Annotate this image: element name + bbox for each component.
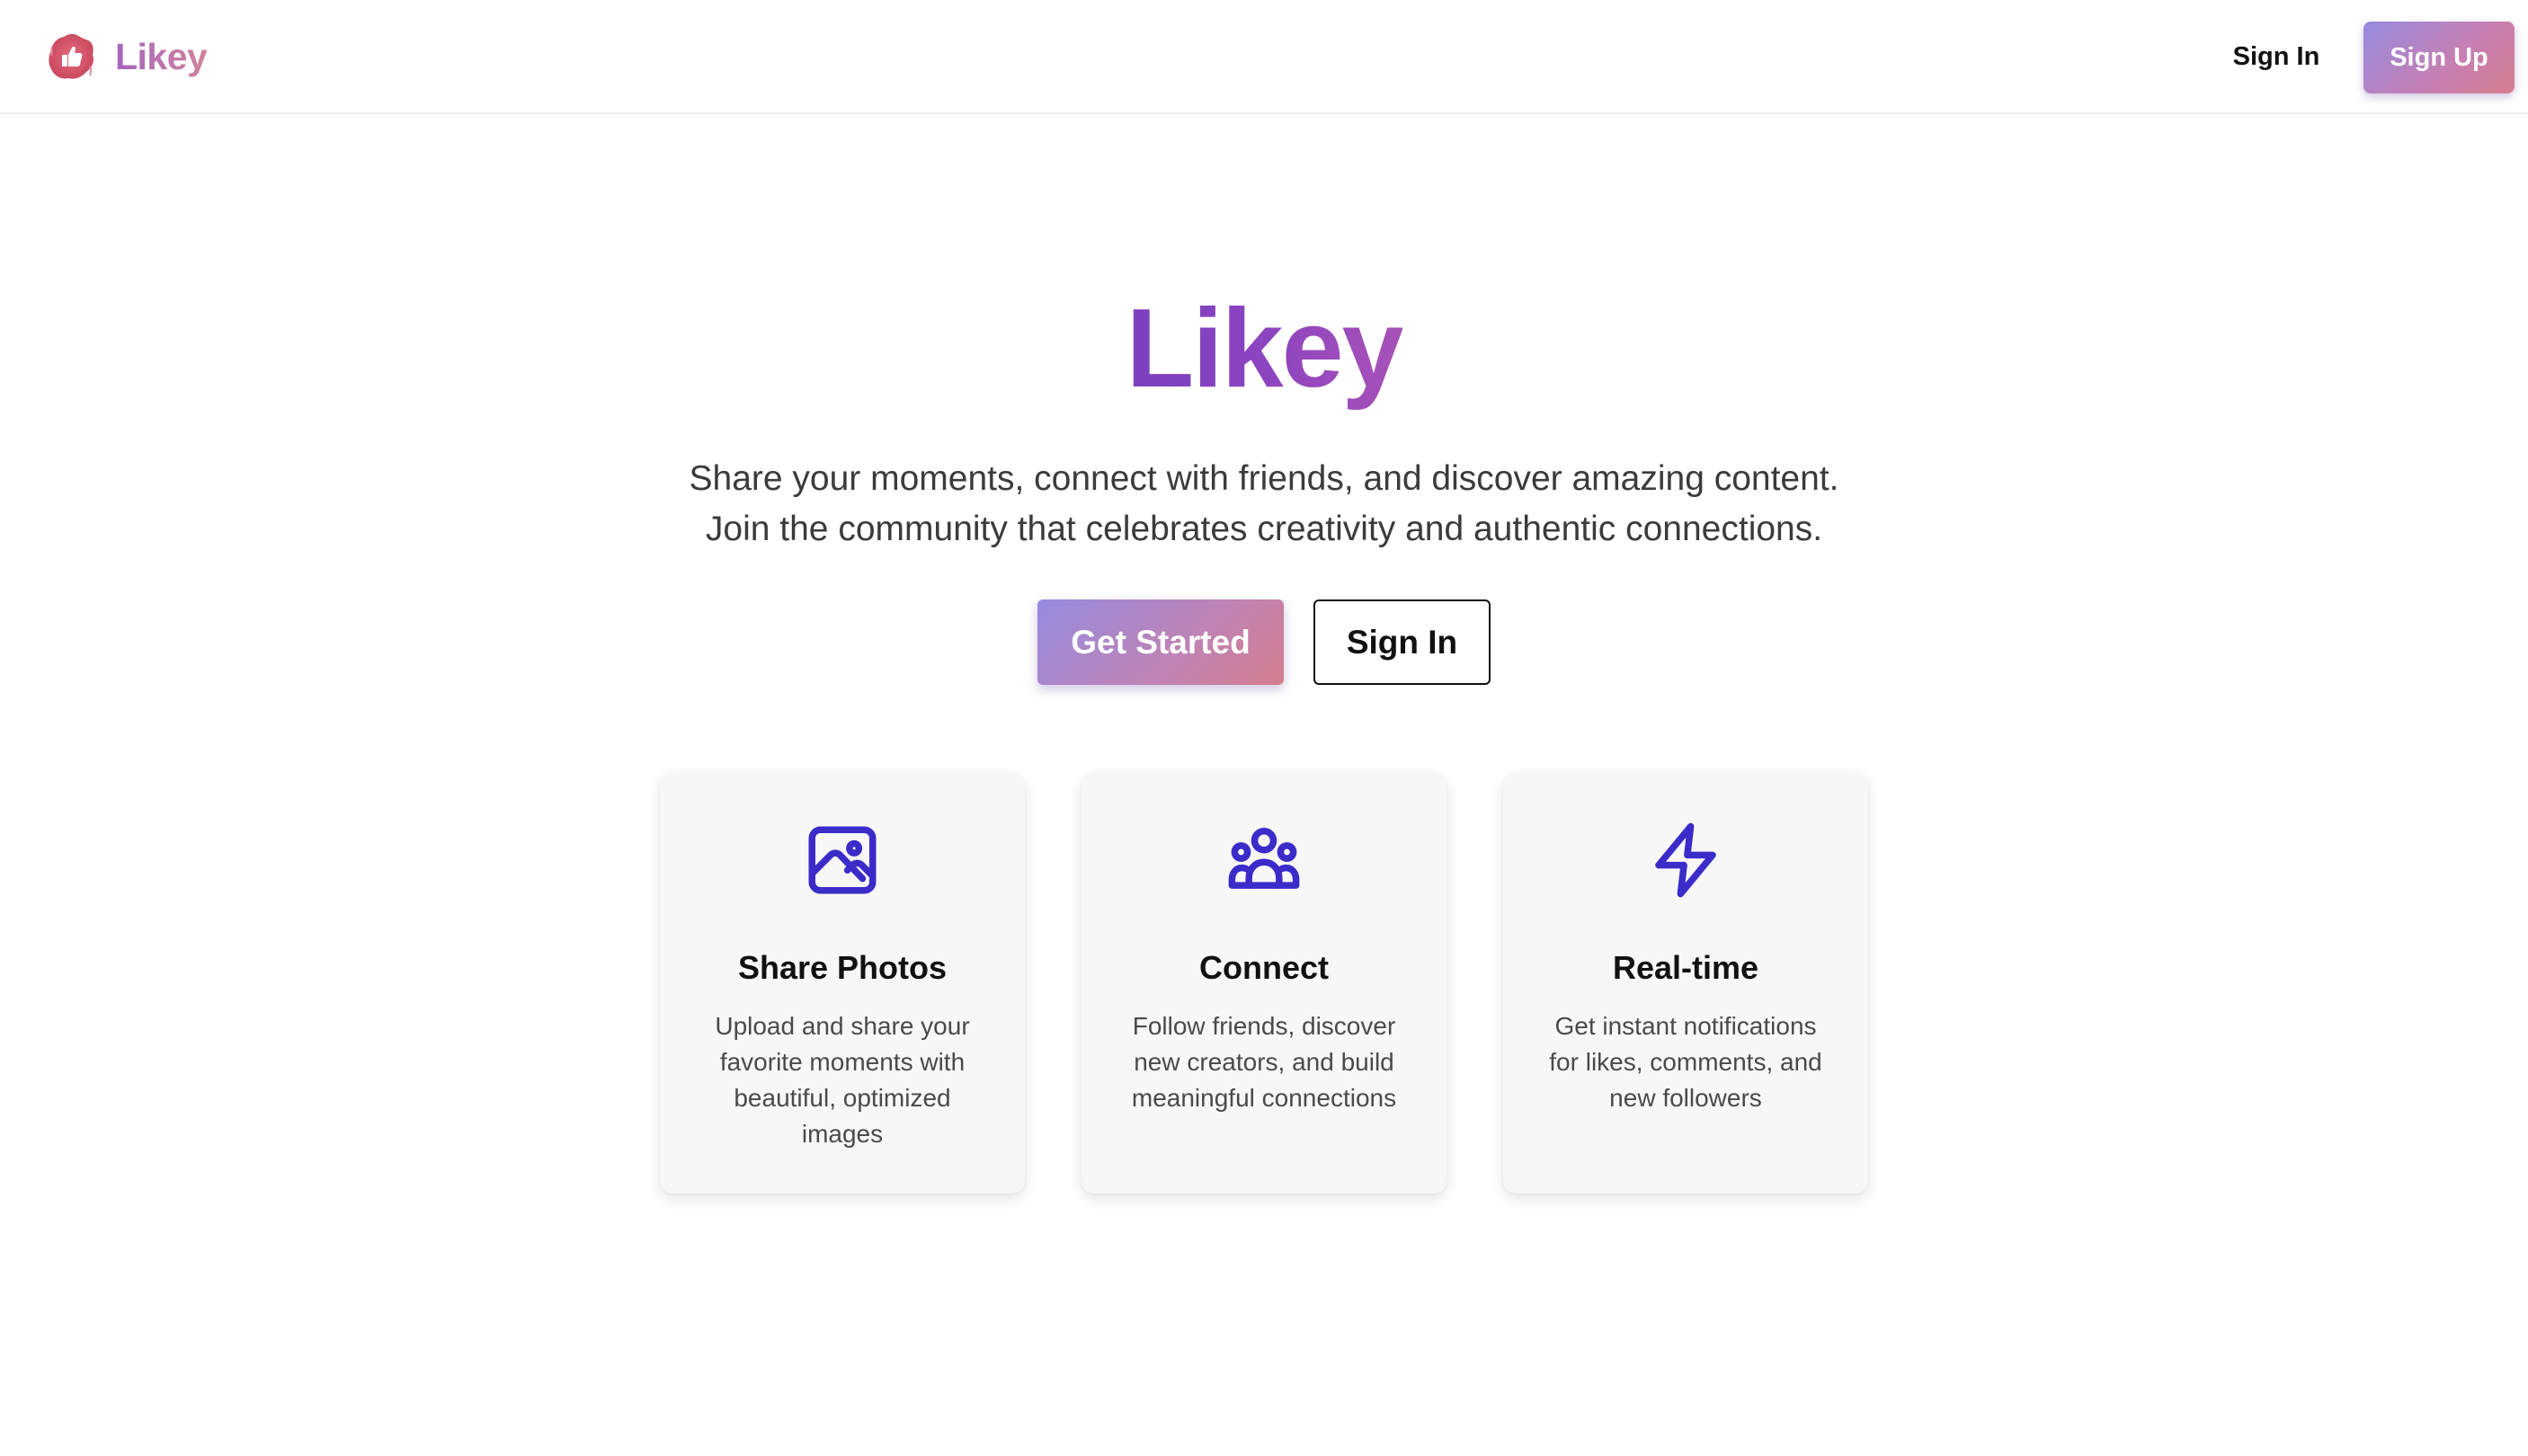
hero-subtitle: Share your moments, connect with friends… — [545, 454, 1983, 555]
users-group-icon — [1224, 820, 1304, 901]
hero-sign-in-button[interactable]: Sign In — [1313, 599, 1491, 685]
feature-title: Connect — [1199, 949, 1329, 986]
nav-sign-in-button[interactable]: Sign In — [2213, 32, 2339, 81]
thumbs-up-logo-icon — [49, 33, 94, 79]
feature-card-real-time: Real-time Get instant notifications for … — [1503, 773, 1868, 1194]
feature-card-share-photos: Share Photos Upload and share your favor… — [660, 773, 1025, 1194]
get-started-button[interactable]: Get Started — [1037, 599, 1284, 685]
image-icon — [802, 820, 883, 901]
landing-page: Likey Sign In Sign Up Likey Share your m… — [0, 0, 2528, 1456]
lightning-bolt-icon — [1645, 820, 1726, 901]
brand-name: Likey — [115, 35, 208, 77]
feature-card-connect: Connect Follow friends, discover new cre… — [1082, 773, 1446, 1194]
hero-title: Likey — [0, 288, 2528, 410]
feature-description: Get instant notifications for likes, com… — [1549, 1012, 1822, 1112]
feature-description: Follow friends, discover new creators, a… — [1131, 1012, 1397, 1112]
feature-title: Real-time — [1612, 949, 1759, 986]
feature-description: Upload and share your favorite moments w… — [715, 1012, 970, 1148]
hero-subtitle-line-2: Join the community that celebrates creat… — [705, 510, 1823, 548]
hero-title-text: Likey — [1126, 287, 1403, 411]
hero-subtitle-line-1: Share your moments, connect with friends… — [689, 459, 1839, 498]
brand[interactable]: Likey — [45, 31, 208, 83]
nav-sign-up-button[interactable]: Sign Up — [2363, 22, 2515, 93]
feature-title: Share Photos — [737, 949, 948, 986]
top-navbar: Likey Sign In Sign Up — [0, 0, 2528, 114]
